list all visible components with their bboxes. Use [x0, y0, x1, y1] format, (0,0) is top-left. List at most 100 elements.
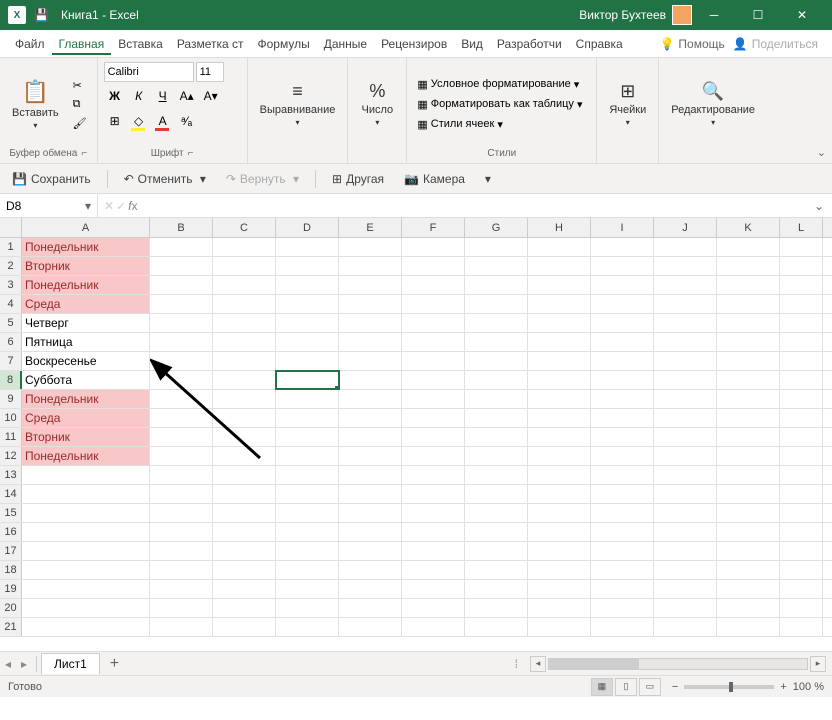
cell-G16[interactable] — [465, 523, 528, 541]
cell-J2[interactable] — [654, 257, 717, 275]
cell-K20[interactable] — [717, 599, 780, 617]
row-header-15[interactable]: 15 — [0, 504, 22, 522]
qat-customize-button[interactable]: ▾ — [481, 170, 495, 188]
cell-A4[interactable]: Среда — [22, 295, 150, 313]
cell-A14[interactable] — [22, 485, 150, 503]
cell-G18[interactable] — [465, 561, 528, 579]
cell-H21[interactable] — [528, 618, 591, 636]
cell-K14[interactable] — [717, 485, 780, 503]
cell-K4[interactable] — [717, 295, 780, 313]
dialog-launcher-icon[interactable]: ⌐ — [188, 148, 194, 159]
cell-D13[interactable] — [276, 466, 339, 484]
cell-K10[interactable] — [717, 409, 780, 427]
cell-A2[interactable]: Вторник — [22, 257, 150, 275]
column-header-E[interactable]: E — [339, 218, 402, 237]
cell-L4[interactable] — [780, 295, 823, 313]
ribbon-tab-1[interactable]: Главная — [52, 33, 112, 55]
cell-B17[interactable] — [150, 542, 213, 560]
format-painter-button[interactable]: 🖌 — [69, 115, 91, 132]
cell-I4[interactable] — [591, 295, 654, 313]
cell-A20[interactable] — [22, 599, 150, 617]
horizontal-scrollbar[interactable]: ◂ ▸ — [524, 656, 832, 672]
ribbon-tab-0[interactable]: Файл — [8, 33, 52, 55]
number-format-button[interactable]: % Число ▾ — [354, 77, 400, 131]
cell-K15[interactable] — [717, 504, 780, 522]
cell-E12[interactable] — [339, 447, 402, 465]
font-size-input[interactable] — [196, 62, 224, 82]
cell-E6[interactable] — [339, 333, 402, 351]
cell-E21[interactable] — [339, 618, 402, 636]
cell-G8[interactable] — [465, 371, 528, 389]
cell-C15[interactable] — [213, 504, 276, 522]
cell-D14[interactable] — [276, 485, 339, 503]
cell-B3[interactable] — [150, 276, 213, 294]
cell-J19[interactable] — [654, 580, 717, 598]
copy-button[interactable]: ⧉ — [69, 96, 91, 113]
cell-C8[interactable] — [213, 371, 276, 389]
cell-E4[interactable] — [339, 295, 402, 313]
ribbon-tab-8[interactable]: Разработчи — [490, 33, 569, 55]
cell-D15[interactable] — [276, 504, 339, 522]
cell-B6[interactable] — [150, 333, 213, 351]
cell-J16[interactable] — [654, 523, 717, 541]
cell-G21[interactable] — [465, 618, 528, 636]
cell-G13[interactable] — [465, 466, 528, 484]
row-header-1[interactable]: 1 — [0, 238, 22, 256]
cell-I13[interactable] — [591, 466, 654, 484]
cell-H16[interactable] — [528, 523, 591, 541]
column-header-I[interactable]: I — [591, 218, 654, 237]
cell-I7[interactable] — [591, 352, 654, 370]
cell-J8[interactable] — [654, 371, 717, 389]
cell-I5[interactable] — [591, 314, 654, 332]
cell-B10[interactable] — [150, 409, 213, 427]
cell-J18[interactable] — [654, 561, 717, 579]
cell-D9[interactable] — [276, 390, 339, 408]
cell-G19[interactable] — [465, 580, 528, 598]
cell-F16[interactable] — [402, 523, 465, 541]
cell-C7[interactable] — [213, 352, 276, 370]
cell-H9[interactable] — [528, 390, 591, 408]
cell-I11[interactable] — [591, 428, 654, 446]
cell-H12[interactable] — [528, 447, 591, 465]
cell-B18[interactable] — [150, 561, 213, 579]
cell-F17[interactable] — [402, 542, 465, 560]
accept-formula-button[interactable]: ✓ — [116, 199, 126, 213]
cell-D19[interactable] — [276, 580, 339, 598]
cell-E1[interactable] — [339, 238, 402, 256]
cell-H4[interactable] — [528, 295, 591, 313]
ribbon-tab-4[interactable]: Формулы — [251, 33, 317, 55]
qat-camera-button[interactable]: 📷Камера — [400, 170, 469, 188]
cell-A3[interactable]: Понедельник — [22, 276, 150, 294]
cell-G9[interactable] — [465, 390, 528, 408]
cell-E17[interactable] — [339, 542, 402, 560]
cell-H3[interactable] — [528, 276, 591, 294]
cell-J10[interactable] — [654, 409, 717, 427]
zoom-slider[interactable] — [684, 685, 774, 689]
cell-G7[interactable] — [465, 352, 528, 370]
cell-B2[interactable] — [150, 257, 213, 275]
cell-C12[interactable] — [213, 447, 276, 465]
cell-K5[interactable] — [717, 314, 780, 332]
cell-H11[interactable] — [528, 428, 591, 446]
cell-D8[interactable] — [276, 371, 339, 389]
cell-E16[interactable] — [339, 523, 402, 541]
cell-K9[interactable] — [717, 390, 780, 408]
underline-button[interactable]: Ч — [152, 85, 174, 107]
cell-A8[interactable]: Суббота — [22, 371, 150, 389]
cell-C14[interactable] — [213, 485, 276, 503]
cell-D17[interactable] — [276, 542, 339, 560]
cell-K17[interactable] — [717, 542, 780, 560]
row-header-19[interactable]: 19 — [0, 580, 22, 598]
cell-E5[interactable] — [339, 314, 402, 332]
cell-F7[interactable] — [402, 352, 465, 370]
cell-L6[interactable] — [780, 333, 823, 351]
cell-L17[interactable] — [780, 542, 823, 560]
cell-D21[interactable] — [276, 618, 339, 636]
page-layout-view-button[interactable]: ▯ — [615, 678, 637, 696]
fx-button[interactable]: fx — [128, 199, 137, 213]
cell-F4[interactable] — [402, 295, 465, 313]
row-header-13[interactable]: 13 — [0, 466, 22, 484]
collapse-ribbon-button[interactable]: ⌄ — [817, 146, 826, 159]
save-icon[interactable]: 💾 — [34, 8, 49, 22]
scroll-left-button[interactable]: ◂ — [530, 656, 546, 672]
